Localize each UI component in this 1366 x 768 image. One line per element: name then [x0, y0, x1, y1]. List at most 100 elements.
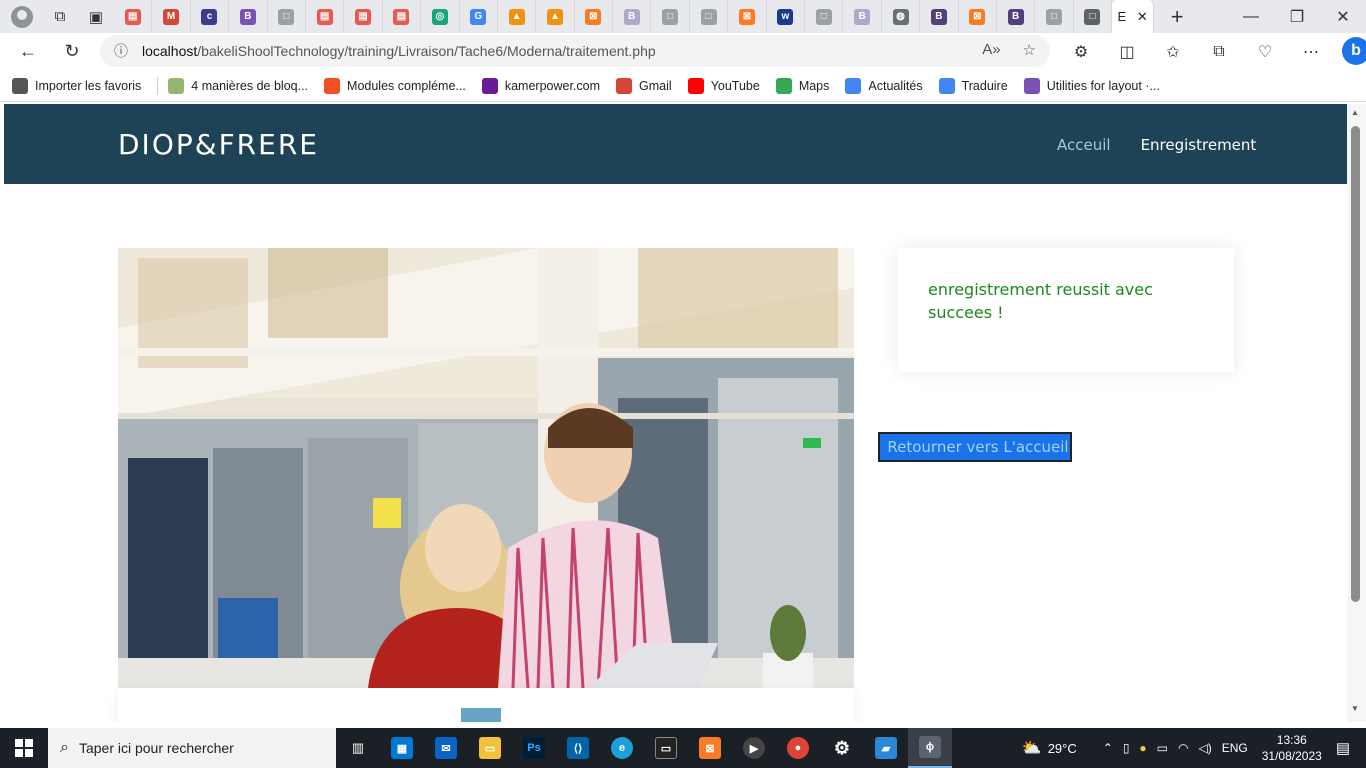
browser-tab[interactable]: ▤	[114, 0, 153, 33]
browser-tab[interactable]: ◍	[882, 0, 921, 33]
browser-tab[interactable]: □	[690, 0, 729, 33]
start-button[interactable]	[0, 728, 48, 768]
tab-active[interactable]: E ✕	[1112, 0, 1155, 33]
scrollbar-thumb[interactable]	[1351, 126, 1360, 602]
workspaces-icon[interactable]: ⧉	[42, 0, 78, 33]
bookmark-item[interactable]: Gmail	[616, 77, 672, 94]
browser-tab[interactable]: ▲	[498, 0, 537, 33]
taskbar-app-xampp[interactable]: ⊠	[688, 728, 732, 768]
extensions-icon[interactable]: ⚙	[1058, 33, 1104, 70]
weather-icon[interactable]: ⛅	[1022, 738, 1042, 758]
bookmark-item[interactable]: Traduire	[938, 77, 1008, 94]
taskbar-app-active[interactable]: ϕ	[908, 728, 952, 768]
bookmark-item[interactable]: 4 manières de bloq...	[168, 77, 309, 94]
profile-avatar[interactable]	[11, 5, 33, 28]
taskbar-app-edge[interactable]: e	[600, 728, 644, 768]
notifications-icon[interactable]: ▤	[1336, 739, 1350, 757]
refresh-button[interactable]: ↻	[50, 33, 94, 70]
carousel-pager: 123	[421, 708, 541, 722]
back-button[interactable]: ←	[6, 33, 50, 70]
taskbar-search[interactable]: ⌕ Taper ici pour rechercher	[48, 728, 336, 768]
taskbar-app-photoshop[interactable]: Ps	[512, 728, 556, 768]
browser-tab[interactable]: ▲	[536, 0, 575, 33]
browser-tab[interactable]: ▤	[344, 0, 383, 33]
scroll-down-icon[interactable]: ▼	[1351, 704, 1359, 713]
site-info-icon[interactable]: ⓘ	[100, 41, 142, 61]
language-indicator[interactable]: ENG	[1222, 741, 1248, 755]
browser-tab[interactable]: ◎	[421, 0, 460, 33]
taskbar-app-store[interactable]: ▦	[380, 728, 424, 768]
browser-tab[interactable]: ⊠	[959, 0, 997, 33]
taskbar-app-chrome[interactable]: ●	[776, 728, 820, 768]
minimize-button[interactable]: —	[1228, 0, 1274, 33]
pager-item[interactable]: 1	[421, 708, 461, 723]
favorite-star-icon[interactable]: ☆	[1023, 41, 1036, 59]
browser-tab[interactable]: ▤	[306, 0, 345, 33]
task-view-button[interactable]: ▥	[336, 728, 380, 768]
bookmark-item[interactable]: Modules compléme...	[324, 77, 466, 94]
warning-icon[interactable]: ●	[1139, 741, 1146, 755]
browser-tab[interactable]: □	[1074, 0, 1113, 33]
browser-tab[interactable]: w	[767, 0, 806, 33]
split-screen-icon[interactable]: ◫	[1104, 33, 1150, 70]
collections-icon[interactable]: ⧉	[1196, 33, 1242, 70]
browser-tab[interactable]: ⊠	[575, 0, 614, 33]
url-field[interactable]: ⓘ localhost /bakeliShoolTechnology/train…	[100, 35, 1050, 67]
favorites-icon[interactable]: ✩	[1150, 33, 1196, 70]
browser-tab[interactable]: ⊠	[728, 0, 767, 33]
wifi-icon[interactable]: ◠	[1178, 741, 1188, 755]
browser-tab[interactable]: B	[229, 0, 268, 33]
taskbar-app-explorer[interactable]: ▭	[468, 728, 512, 768]
taskbar-app-media[interactable]: ▶	[732, 728, 776, 768]
scroll-up-icon[interactable]: ▲	[1351, 108, 1359, 117]
browser-tab[interactable]: B	[920, 0, 959, 33]
volume-icon[interactable]: ◁)	[1199, 741, 1212, 755]
taskbar-app-settings[interactable]: ⚙	[820, 728, 864, 768]
tab-actions-icon[interactable]: ▣	[78, 0, 114, 33]
bookmark-item[interactable]: YouTube	[687, 77, 760, 94]
bookmark-item[interactable]: Actualités	[845, 77, 923, 94]
browser-tab[interactable]: G	[460, 0, 498, 33]
taskbar-app-mail[interactable]: ✉	[424, 728, 468, 768]
browser-tab[interactable]: □	[651, 0, 690, 33]
browser-tab[interactable]: □	[805, 0, 844, 33]
site-brand[interactable]: DIOP&FRERE	[118, 128, 319, 161]
browser-tab[interactable]: □	[1035, 0, 1074, 33]
close-tab-icon[interactable]: ✕	[1137, 9, 1148, 25]
bookmark-item[interactable]: Utilities for layout ·...	[1023, 77, 1160, 94]
pager-item[interactable]: 2	[461, 708, 501, 722]
browser-tab[interactable]: B	[843, 0, 882, 33]
chatgpt-icon: ◎	[431, 8, 448, 25]
nav-link-register[interactable]: Enregistrement	[1141, 136, 1257, 154]
browser-tab[interactable]: ▤	[383, 0, 422, 33]
new-tab-button[interactable]: +	[1160, 4, 1194, 30]
weather-temp[interactable]: 29°C	[1048, 741, 1077, 756]
bookmark-item[interactable]: Maps	[775, 77, 829, 94]
browser-tab[interactable]: M	[152, 0, 191, 33]
page-scrollbar[interactable]: ▲ ▼	[1347, 104, 1366, 722]
bookmark-item[interactable]: kamerpower.com	[481, 77, 600, 94]
browser-tab[interactable]: B	[613, 0, 652, 33]
performance-icon[interactable]: ♡	[1242, 33, 1288, 70]
office-photo-illustration	[118, 248, 854, 688]
return-home-button[interactable]: Retourner vers L'accueil	[878, 432, 1072, 462]
read-aloud-icon[interactable]: A»	[982, 41, 1000, 59]
chevron-up-icon[interactable]: ⌃	[1103, 741, 1113, 755]
taskbar-app-vscode[interactable]: ⟨⟩	[556, 728, 600, 768]
close-window-button[interactable]: ✕	[1320, 0, 1366, 33]
pager-item[interactable]: 3	[501, 708, 541, 723]
more-menu-icon[interactable]: ⋯	[1288, 33, 1334, 70]
battery-icon[interactable]: ▭	[1157, 741, 1168, 755]
nav-link-home[interactable]: Acceuil	[1057, 136, 1111, 154]
restore-button[interactable]: ❐	[1274, 0, 1320, 33]
browser-tab[interactable]: c	[191, 0, 230, 33]
browser-tab[interactable]: □	[268, 0, 306, 33]
clock[interactable]: 13:36 31/08/2023	[1262, 732, 1322, 764]
browser-tab[interactable]: B	[997, 0, 1036, 33]
bing-copilot-icon[interactable]: b	[1342, 37, 1366, 65]
bookmark-item[interactable]: Importer les favoris	[12, 77, 141, 94]
bookmark-label: 4 manières de bloq...	[191, 78, 309, 93]
taskbar-app-terminal[interactable]: ▭	[644, 728, 688, 768]
taskbar-app-remote[interactable]: ▰	[864, 728, 908, 768]
device-icon[interactable]: ▯	[1123, 741, 1130, 755]
